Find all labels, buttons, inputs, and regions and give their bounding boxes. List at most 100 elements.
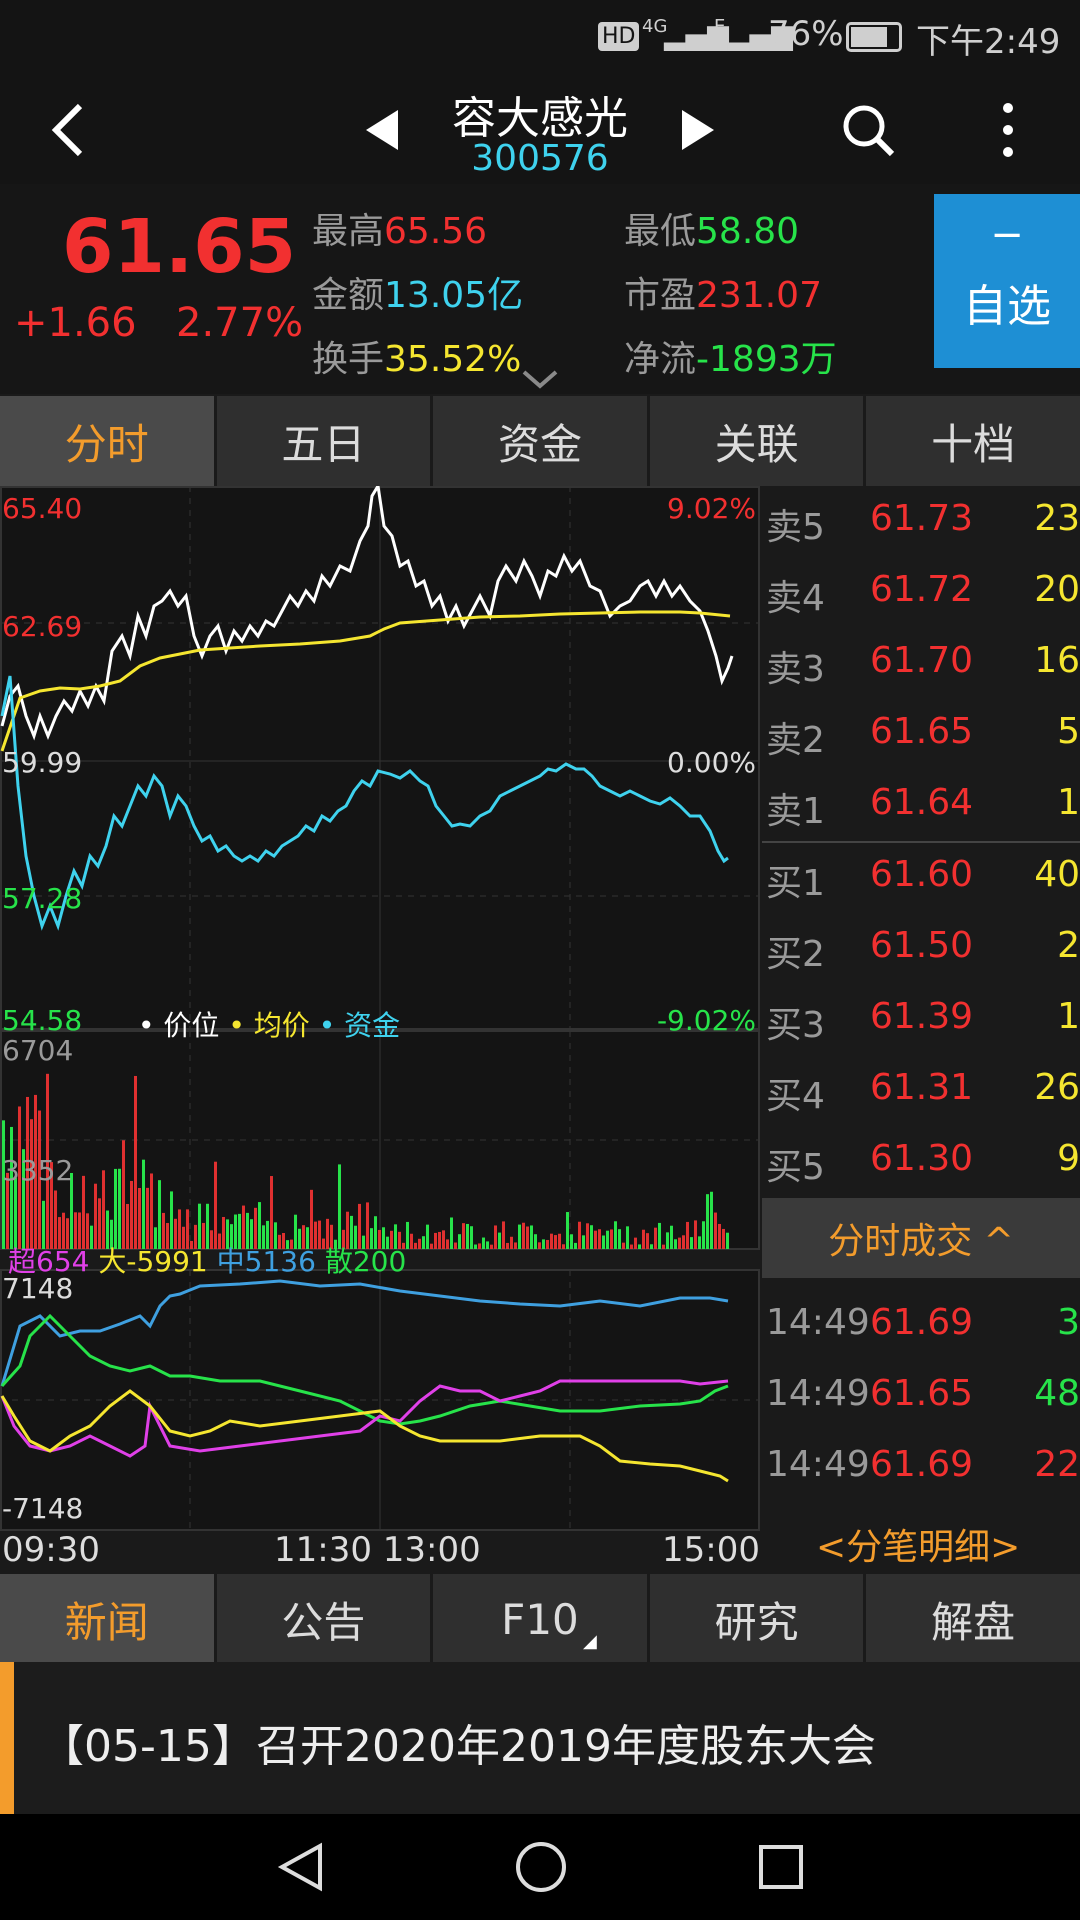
volume-bar — [678, 1237, 681, 1249]
tick-detail-link[interactable]: <分笔明细> — [816, 1518, 1020, 1570]
ask-row-3[interactable]: 卖3 61.70 16 — [762, 628, 1080, 699]
nav-recents-icon[interactable] — [758, 1844, 804, 1890]
volume-bar — [578, 1221, 581, 1249]
volume-bar — [158, 1180, 161, 1249]
time-midday: 11:30 13:00 — [274, 1530, 481, 1570]
tab-funds[interactable]: 资金 — [433, 396, 647, 486]
tab-f10[interactable]: F10 ◢ — [433, 1574, 647, 1664]
volume-bar — [458, 1234, 461, 1249]
quote-field-amount: 金额13.05亿 — [312, 275, 524, 316]
volume-bar — [214, 1161, 217, 1249]
nav-back-icon[interactable] — [276, 1842, 326, 1892]
tab-intraday[interactable]: 分时 — [0, 396, 214, 486]
ask-row-5[interactable]: 卖5 61.73 23 — [762, 486, 1080, 557]
news-item[interactable]: 【05-15】 召开2020年2019年度股东大会 — [0, 1662, 1080, 1814]
ticks-toggle[interactable]: 分时成交 ^ — [762, 1198, 1080, 1278]
volume-bar — [686, 1221, 689, 1249]
bid-row-4[interactable]: 买4 61.31 26 — [762, 1055, 1080, 1126]
volume-bar — [430, 1243, 433, 1249]
search-icon[interactable] — [838, 100, 898, 160]
nav-home-icon[interactable] — [514, 1840, 568, 1894]
info-tabs: 新闻 公告 F10 ◢ 研究 解盘 — [0, 1574, 1080, 1664]
bid-row-3[interactable]: 买3 61.39 1 — [762, 984, 1080, 1055]
volume-bar — [474, 1244, 477, 1249]
bid-row-5[interactable]: 买5 61.30 9 — [762, 1126, 1080, 1197]
tab-five-day[interactable]: 五日 — [216, 396, 431, 486]
volume-bar — [130, 1180, 133, 1249]
volume-bar — [82, 1175, 85, 1249]
volume-bar — [702, 1221, 705, 1249]
status-bar: HD 4G ▂▄▆ E ▂▄▆ 76% 下午2:49 — [0, 0, 1080, 72]
volume-bar — [574, 1242, 577, 1249]
ask-row-4[interactable]: 卖4 61.72 20 — [762, 557, 1080, 628]
volume-bar — [710, 1191, 713, 1249]
volume-bar — [674, 1239, 677, 1249]
ask-row-2[interactable]: 卖2 61.65 5 — [762, 699, 1080, 770]
tick-row: 14:49 61.65 48 — [766, 1373, 1080, 1414]
volume-bar — [722, 1228, 725, 1249]
tab-news[interactable]: 新闻 — [0, 1574, 214, 1664]
watchlist-button[interactable]: − 自选 — [934, 194, 1080, 368]
hd-icon: HD — [598, 22, 640, 51]
tab-related[interactable]: 关联 — [649, 396, 864, 486]
volume-bar — [470, 1226, 473, 1249]
volume-bar — [558, 1233, 561, 1249]
volume-bar — [682, 1235, 685, 1249]
corner-triangle-icon: ◢ — [582, 1631, 597, 1652]
stock-name: 容大感光 — [452, 93, 628, 144]
volume-bar — [614, 1221, 617, 1249]
quote-field-turnover: 换手35.52% — [312, 339, 522, 380]
volume-bar — [514, 1242, 517, 1249]
volume-bar — [486, 1241, 489, 1249]
price-level-low: 54.58 — [2, 1004, 83, 1037]
volume-bar — [622, 1242, 625, 1249]
volume-bar — [490, 1244, 493, 1249]
volume-bar — [658, 1222, 661, 1249]
battery-icon — [846, 22, 902, 52]
price-change-pct: 2.77% — [176, 300, 304, 346]
volume-bar — [694, 1220, 697, 1249]
pct-level-high: 9.02% — [667, 492, 756, 525]
pct-level-low: -9.02% — [656, 1004, 756, 1037]
volume-level-high: 6704 — [2, 1034, 74, 1067]
battery-percent: 76% — [768, 14, 844, 54]
tab-announcements[interactable]: 公告 — [216, 1574, 431, 1664]
volume-bar — [718, 1223, 721, 1249]
quote-field-low: 最低58.80 — [624, 211, 800, 252]
time-close: 15:00 — [662, 1530, 760, 1570]
intraday-chart[interactable]: 65.40 62.69 59.99 57.28 54.58 9.02% 0.00… — [0, 486, 760, 1571]
time-axis: 09:30 11:30 13:00 15:00 — [0, 1530, 760, 1576]
next-stock-icon[interactable] — [680, 108, 716, 152]
volume-bar — [478, 1243, 481, 1249]
tab-research[interactable]: 研究 — [649, 1574, 864, 1664]
volume-bar — [690, 1237, 693, 1249]
bid-row-2[interactable]: 买2 61.50 2 — [762, 913, 1080, 984]
volume-bar — [634, 1237, 637, 1249]
news-accent-bar — [0, 1662, 14, 1814]
volume-bar — [510, 1236, 513, 1249]
price-level-lower: 57.28 — [2, 882, 83, 915]
volume-bar — [410, 1233, 413, 1249]
volume-bar — [442, 1230, 445, 1249]
ask-row-1[interactable]: 卖1 61.64 1 — [762, 770, 1080, 841]
tab-analysis[interactable]: 解盘 — [866, 1574, 1080, 1664]
title-bar: 容大感光 300576 — [0, 72, 1080, 184]
volume-bar — [114, 1168, 117, 1249]
expand-chevron-icon[interactable] — [522, 370, 558, 390]
more-menu-icon[interactable] — [996, 100, 1020, 160]
current-price: 61.65 — [62, 204, 297, 290]
clock: 下午2:49 — [916, 22, 1061, 62]
volume-bar — [118, 1168, 121, 1249]
tab-ten-levels[interactable]: 十档 — [866, 396, 1080, 486]
volume-bar — [650, 1244, 653, 1249]
signal-e-icon: E — [714, 16, 726, 37]
volume-bar — [414, 1242, 417, 1249]
chart-legend: • 价位 • 均价 • 资金 — [138, 1009, 401, 1042]
volume-bar — [602, 1235, 605, 1249]
volume-bar — [582, 1235, 585, 1249]
volume-bar — [726, 1232, 729, 1249]
quote-field-netflow: 净流-1893万 — [624, 339, 837, 380]
bid-row-1[interactable]: 买1 61.60 40 — [762, 842, 1080, 913]
volume-bar — [666, 1232, 669, 1249]
volume-bar — [434, 1232, 437, 1249]
